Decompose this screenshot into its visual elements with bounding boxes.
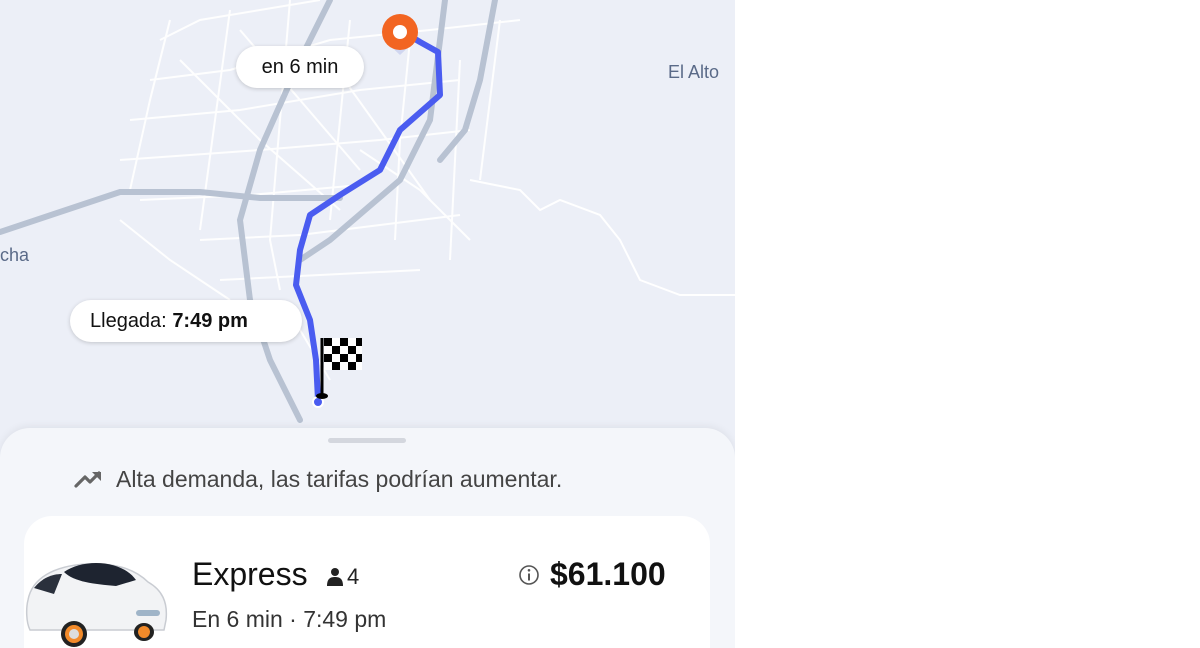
- ride-price: $61.100: [550, 556, 666, 592]
- place-label-partial: cha: [0, 245, 30, 265]
- trending-up-icon: [74, 471, 101, 488]
- car-icon: [25, 562, 168, 647]
- sheet-drag-handle[interactable]: [328, 438, 406, 443]
- bottom-sheet[interactable]: Alta demanda, las tarifas podrían aument…: [0, 428, 735, 648]
- ride-name: Express: [192, 556, 308, 592]
- ride-seat-count: 4: [347, 564, 360, 589]
- ride-seats: 4: [326, 564, 359, 590]
- place-label-el-alto: El Alto: [668, 62, 720, 82]
- arrival-time: 7:49 pm: [172, 310, 248, 332]
- arrival-prefix: Llegada:: [90, 310, 167, 332]
- person-icon: [327, 568, 343, 586]
- ride-option-card[interactable]: Express 4 En 6 min · 7:49 pm $61.100: [24, 516, 710, 648]
- arrival-pill: Llegada: 7:49 pm: [70, 300, 302, 342]
- eta-label: en 6 min: [261, 56, 339, 78]
- ride-eta: En 6 min · 7:49 pm: [192, 606, 387, 632]
- app-screen: en 6 min Llegada: 7:49 pm El Alto cha Al…: [0, 0, 735, 648]
- info-icon[interactable]: [518, 564, 540, 586]
- demand-notice: Alta demanda, las tarifas podrían aument…: [74, 464, 562, 494]
- demand-notice-text: Alta demanda, las tarifas podrían aument…: [116, 465, 563, 492]
- eta-pill: en 6 min: [236, 46, 364, 88]
